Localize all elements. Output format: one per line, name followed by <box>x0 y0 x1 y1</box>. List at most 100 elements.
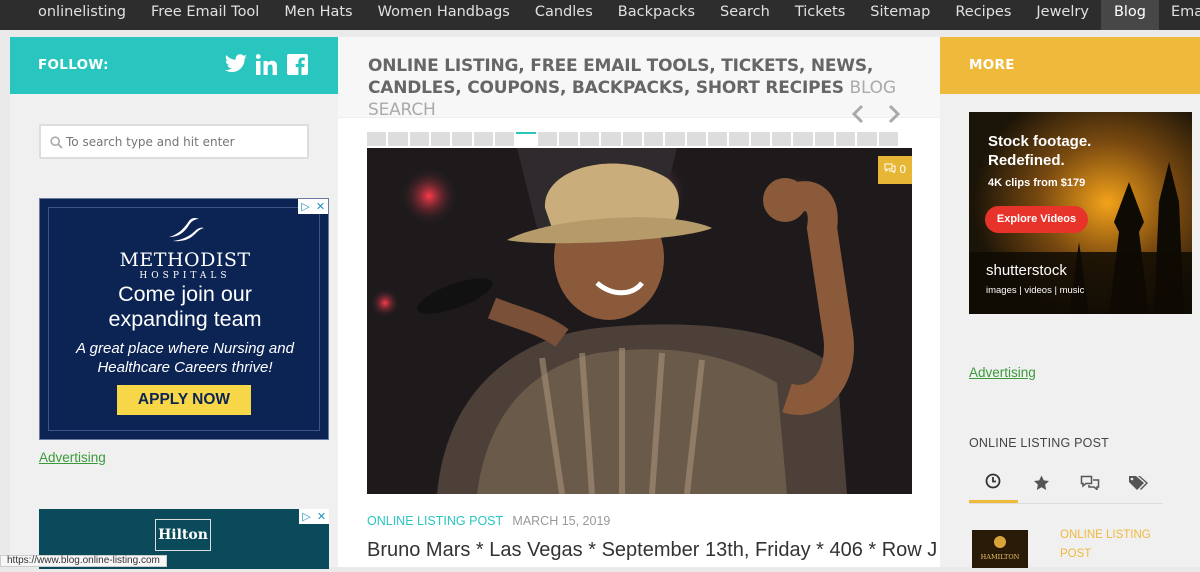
nav-tickets[interactable]: Tickets <box>782 0 857 30</box>
ad-headline-line2: expanding team <box>40 307 329 332</box>
page-title: ONLINE LISTING, FREE EMAIL TOOLS, TICKET… <box>368 55 908 121</box>
comment-count-badge[interactable]: 0 <box>878 156 912 184</box>
slider-dot[interactable] <box>857 132 876 146</box>
methodist-logo: METHODIST HOSPITALS <box>40 217 329 281</box>
ad-tagline-line1: A great place where Nursing and <box>40 339 329 358</box>
slider-next-icon[interactable] <box>886 103 902 131</box>
nav-search[interactable]: Search <box>708 0 783 30</box>
main-content: ONLINE LISTING, FREE EMAIL TOOLS, TICKET… <box>338 37 940 567</box>
shutterstock-headline-line2: Redefined. <box>988 151 1091 170</box>
widget-title: ONLINE LISTING POST <box>969 436 1109 450</box>
methodist-logo-word: METHODIST <box>40 249 329 271</box>
adchoices-icon[interactable]: ▷ <box>299 509 314 524</box>
slider-dot[interactable] <box>367 132 386 146</box>
slider-dot[interactable] <box>687 132 706 146</box>
follow-bar: FOLLOW: <box>10 37 338 94</box>
nav-home-brand[interactable]: onlinelisting <box>28 0 138 30</box>
slider-dot[interactable] <box>623 132 642 146</box>
slider-dot[interactable] <box>815 132 834 146</box>
post-meta: ONLINE LISTING POST MARCH 15, 2019 <box>367 514 610 528</box>
slider-dot[interactable] <box>495 132 514 146</box>
slider-dot[interactable] <box>708 132 727 146</box>
shutterstock-headline: Stock footage. Redefined. <box>988 132 1091 170</box>
tab-tags[interactable] <box>1115 466 1164 503</box>
post-link[interactable]: ONLINE LISTING POST <box>1060 526 1151 564</box>
nav-backpacks[interactable]: Backpacks <box>605 0 707 30</box>
post-category-link[interactable]: ONLINE LISTING POST <box>367 514 503 528</box>
widget-tabs <box>969 466 1163 504</box>
top-navigation: onlinelisting Free Email Tool Men Hats W… <box>0 0 1200 30</box>
linkedin-icon[interactable] <box>256 54 277 75</box>
search-icon <box>50 134 63 153</box>
ad-tagline: A great place where Nursing and Healthca… <box>40 339 329 377</box>
slider-dot[interactable] <box>580 132 599 146</box>
slider-dot[interactable] <box>772 132 791 146</box>
methodist-ad[interactable]: ▷ ✕ METHODIST HOSPITALS Come join our ex… <box>39 198 329 440</box>
hilton-logo: Hilton <box>155 519 211 551</box>
tags-icon <box>1128 475 1150 495</box>
shutterstock-ad[interactable]: Stock footage. Redefined. 4K clips from … <box>969 112 1192 314</box>
nav-email-us[interactable]: Email Us <box>1159 0 1200 30</box>
nav-women-handbags[interactable]: Women Handbags <box>365 0 522 30</box>
status-bar-url: https://www.blog.online-listing.com <box>0 555 167 567</box>
slider-pagination <box>367 132 898 146</box>
nav-jewelry[interactable]: Jewelry <box>1024 0 1102 30</box>
slider-dot[interactable] <box>836 132 855 146</box>
slider-dot[interactable] <box>644 132 663 146</box>
featured-post-image[interactable]: 0 <box>367 148 912 494</box>
post-thumbnail[interactable]: HAMILTON <box>972 530 1028 568</box>
adchoices-icon[interactable]: ▷ <box>298 199 313 214</box>
nav-sitemap[interactable]: Sitemap <box>858 0 943 30</box>
slider-dot[interactable] <box>431 132 450 146</box>
shutterstock-headline-line1: Stock footage. <box>988 132 1091 151</box>
slider-dot[interactable] <box>601 132 620 146</box>
ad-choices[interactable]: ▷ ✕ <box>298 199 328 214</box>
explore-videos-button[interactable]: Explore Videos <box>985 206 1088 233</box>
slider-dot[interactable] <box>388 132 407 146</box>
shutterstock-logo: shutterstock <box>986 262 1067 279</box>
slider-dot[interactable] <box>879 132 898 146</box>
slider-dot[interactable] <box>665 132 684 146</box>
slider-dot[interactable] <box>793 132 812 146</box>
comments-icon <box>884 163 900 176</box>
slider-dot[interactable] <box>751 132 770 146</box>
post-thumbnail-text: HAMILTON <box>981 553 1020 561</box>
close-icon[interactable]: ✕ <box>313 199 328 214</box>
nav-recipes[interactable]: Recipes <box>943 0 1024 30</box>
slider-dot[interactable] <box>559 132 578 146</box>
search-input[interactable] <box>66 132 301 152</box>
slider-dot[interactable] <box>410 132 429 146</box>
twitter-icon[interactable] <box>224 54 248 74</box>
ad-choices[interactable]: ▷ ✕ <box>299 509 329 524</box>
tab-recent[interactable] <box>969 466 1018 503</box>
slider-dot[interactable] <box>538 132 557 146</box>
post-link-line2: POST <box>1060 545 1151 564</box>
nav-blog[interactable]: Blog <box>1101 0 1158 30</box>
nav-candles[interactable]: Candles <box>522 0 605 30</box>
slider-dot[interactable] <box>474 132 493 146</box>
ad-tagline-line2: Healthcare Careers thrive! <box>40 358 329 377</box>
nav-men-hats[interactable]: Men Hats <box>272 0 365 30</box>
apply-now-button[interactable]: APPLY NOW <box>117 385 251 415</box>
more-bar: MORE <box>940 37 1200 94</box>
tab-popular[interactable] <box>1018 466 1067 503</box>
facebook-icon[interactable] <box>287 54 308 75</box>
tab-comments[interactable] <box>1066 466 1115 503</box>
hero-photo <box>367 148 912 494</box>
post-date: MARCH 15, 2019 <box>512 514 610 528</box>
advertising-link[interactable]: Advertising <box>969 365 1036 380</box>
close-icon[interactable]: ✕ <box>314 509 329 524</box>
slider-dot[interactable] <box>516 132 535 146</box>
post-title-link[interactable]: Bruno Mars * Las Vegas * September 13th,… <box>367 539 951 562</box>
page-title-main: ONLINE LISTING, FREE EMAIL TOOLS, TICKET… <box>368 56 873 98</box>
methodist-logo-sub: HOSPITALS <box>40 271 329 281</box>
search-box <box>39 124 309 159</box>
slider-prev-icon[interactable] <box>850 103 866 131</box>
slider-dot[interactable] <box>729 132 748 146</box>
advertising-link[interactable]: Advertising <box>39 450 106 465</box>
shutterstock-tags: images | videos | music <box>986 285 1084 296</box>
slider-dot[interactable] <box>452 132 471 146</box>
comment-count: 0 <box>899 163 906 176</box>
shutterstock-price: 4K clips from $179 <box>988 177 1085 189</box>
nav-free-email-tool[interactable]: Free Email Tool <box>138 0 271 30</box>
